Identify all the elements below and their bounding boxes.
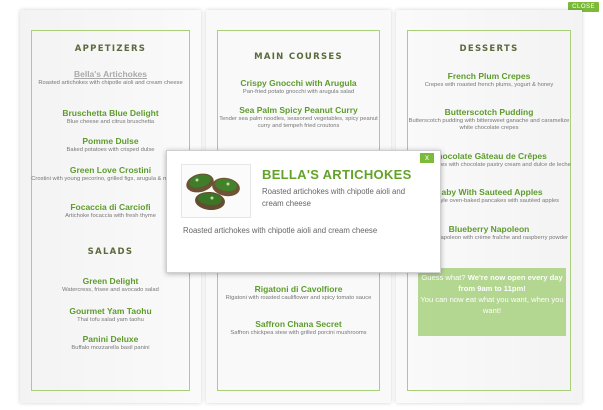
menu-item-name: Butterscotch Pudding <box>444 107 534 117</box>
menu-item-gourmet-yam-taohu[interactable]: Gourmet Yam Taohu Thai tofu salad yam ta… <box>20 306 201 324</box>
menu-item-name: Crispy Gnocchi with Arugula <box>240 78 357 88</box>
menu-item-desc: Blue cheese and citrus bruschetta <box>66 119 155 125</box>
menu-item-name: Bruschetta Blue Delight <box>62 108 159 118</box>
menu-item-desc: Thai tofu salad yam taohu <box>77 317 144 323</box>
modal-description: Roasted artichokes with chipotle aioli a… <box>183 226 378 235</box>
modal-close-button[interactable]: x <box>420 153 434 163</box>
menu-item-name: Bella's Artichokes <box>73 69 148 79</box>
menu-item-name: Pomme Dulse <box>82 136 139 146</box>
menu-item-sea-palm-curry[interactable]: Sea Palm Spicy Peanut Curry Tender sea p… <box>206 105 391 130</box>
modal-subtitle: Roasted artichokes with chipotle aioli a… <box>262 187 406 208</box>
menu-item-name: Saffron Chana Secret <box>255 319 342 329</box>
menu-item-crispy-gnocchi[interactable]: Crispy Gnocchi with Arugula Pan-fried po… <box>206 78 391 96</box>
dish-photo <box>181 164 251 218</box>
menu-item-desc: Saffron chickpea stew with grilled porci… <box>230 330 367 336</box>
dish-detail-modal: x BELLA'S ARTICHOKES Roasted artichokes … <box>166 150 441 273</box>
menu-item-saffron-chana[interactable]: Saffron Chana Secret Saffron chickpea st… <box>206 319 391 337</box>
menu-item-panini-deluxe[interactable]: Panini Deluxe Buffalo mozzarella basil p… <box>20 334 201 352</box>
menu-item-desc: Roasted artichokes with chipotle aioli a… <box>38 80 183 86</box>
promo-tail: You can now eat what you want, when you … <box>420 295 564 315</box>
menu-item-french-plum-crepes[interactable]: French Plum Crepes Crepes with roasted f… <box>396 71 582 89</box>
appetizers-heading: APPETIZERS <box>74 44 147 54</box>
main-courses-heading: MAIN COURSES <box>254 52 343 62</box>
menu-item-name: Panini Deluxe <box>82 334 139 344</box>
menu-item-bellas-artichokes[interactable]: Bella's Artichokes Roasted artichokes wi… <box>20 69 201 87</box>
menu-item-name: Rigatoni di Cavolfiore <box>254 284 343 294</box>
menu-item-desc: Crepes with roasted french plums, yogurt… <box>424 82 554 88</box>
menu-item-desc: Rigatoni with roasted cauliflower and sp… <box>225 295 372 301</box>
menu-item-butterscotch-pudding[interactable]: Butterscotch Pudding Butterscotch puddin… <box>396 107 582 132</box>
promo-lead: Guess what? <box>421 273 468 282</box>
menu-item-desc: Pan-fried potato gnocchi with arugula sa… <box>242 89 355 95</box>
menu-item-name: Green Delight <box>82 276 139 286</box>
menu-item-green-delight[interactable]: Green Delight Watercress, frisee and avo… <box>20 276 201 294</box>
opening-hours-promo: Guess what? We're now open every day fro… <box>418 268 566 336</box>
promo-hours: We're now open every day from 9am to 11p… <box>458 273 563 293</box>
desserts-heading: DESSERTS <box>459 44 519 54</box>
menu-item-desc: Tender sea palm noodles, seasoned vegeta… <box>219 116 378 129</box>
menu-item-bruschetta[interactable]: Bruschetta Blue Delight Blue cheese and … <box>20 108 201 126</box>
menu-item-name: French Plum Crepes <box>447 71 531 81</box>
menu-item-rigatoni[interactable]: Rigatoni di Cavolfiore Rigatoni with roa… <box>206 284 391 302</box>
menu-item-desc: Buffalo mozzarella basil panini <box>71 345 150 351</box>
menu-item-name: Sea Palm Spicy Peanut Curry <box>239 105 358 115</box>
menu-item-desc: Watercress, frisee and avocado salad <box>62 287 159 293</box>
menu-item-name: Gourmet Yam Taohu <box>69 306 152 316</box>
modal-title: BELLA'S ARTICHOKES <box>262 167 412 182</box>
menu-item-desc: Butterscotch pudding with bittersweet ga… <box>408 118 570 131</box>
